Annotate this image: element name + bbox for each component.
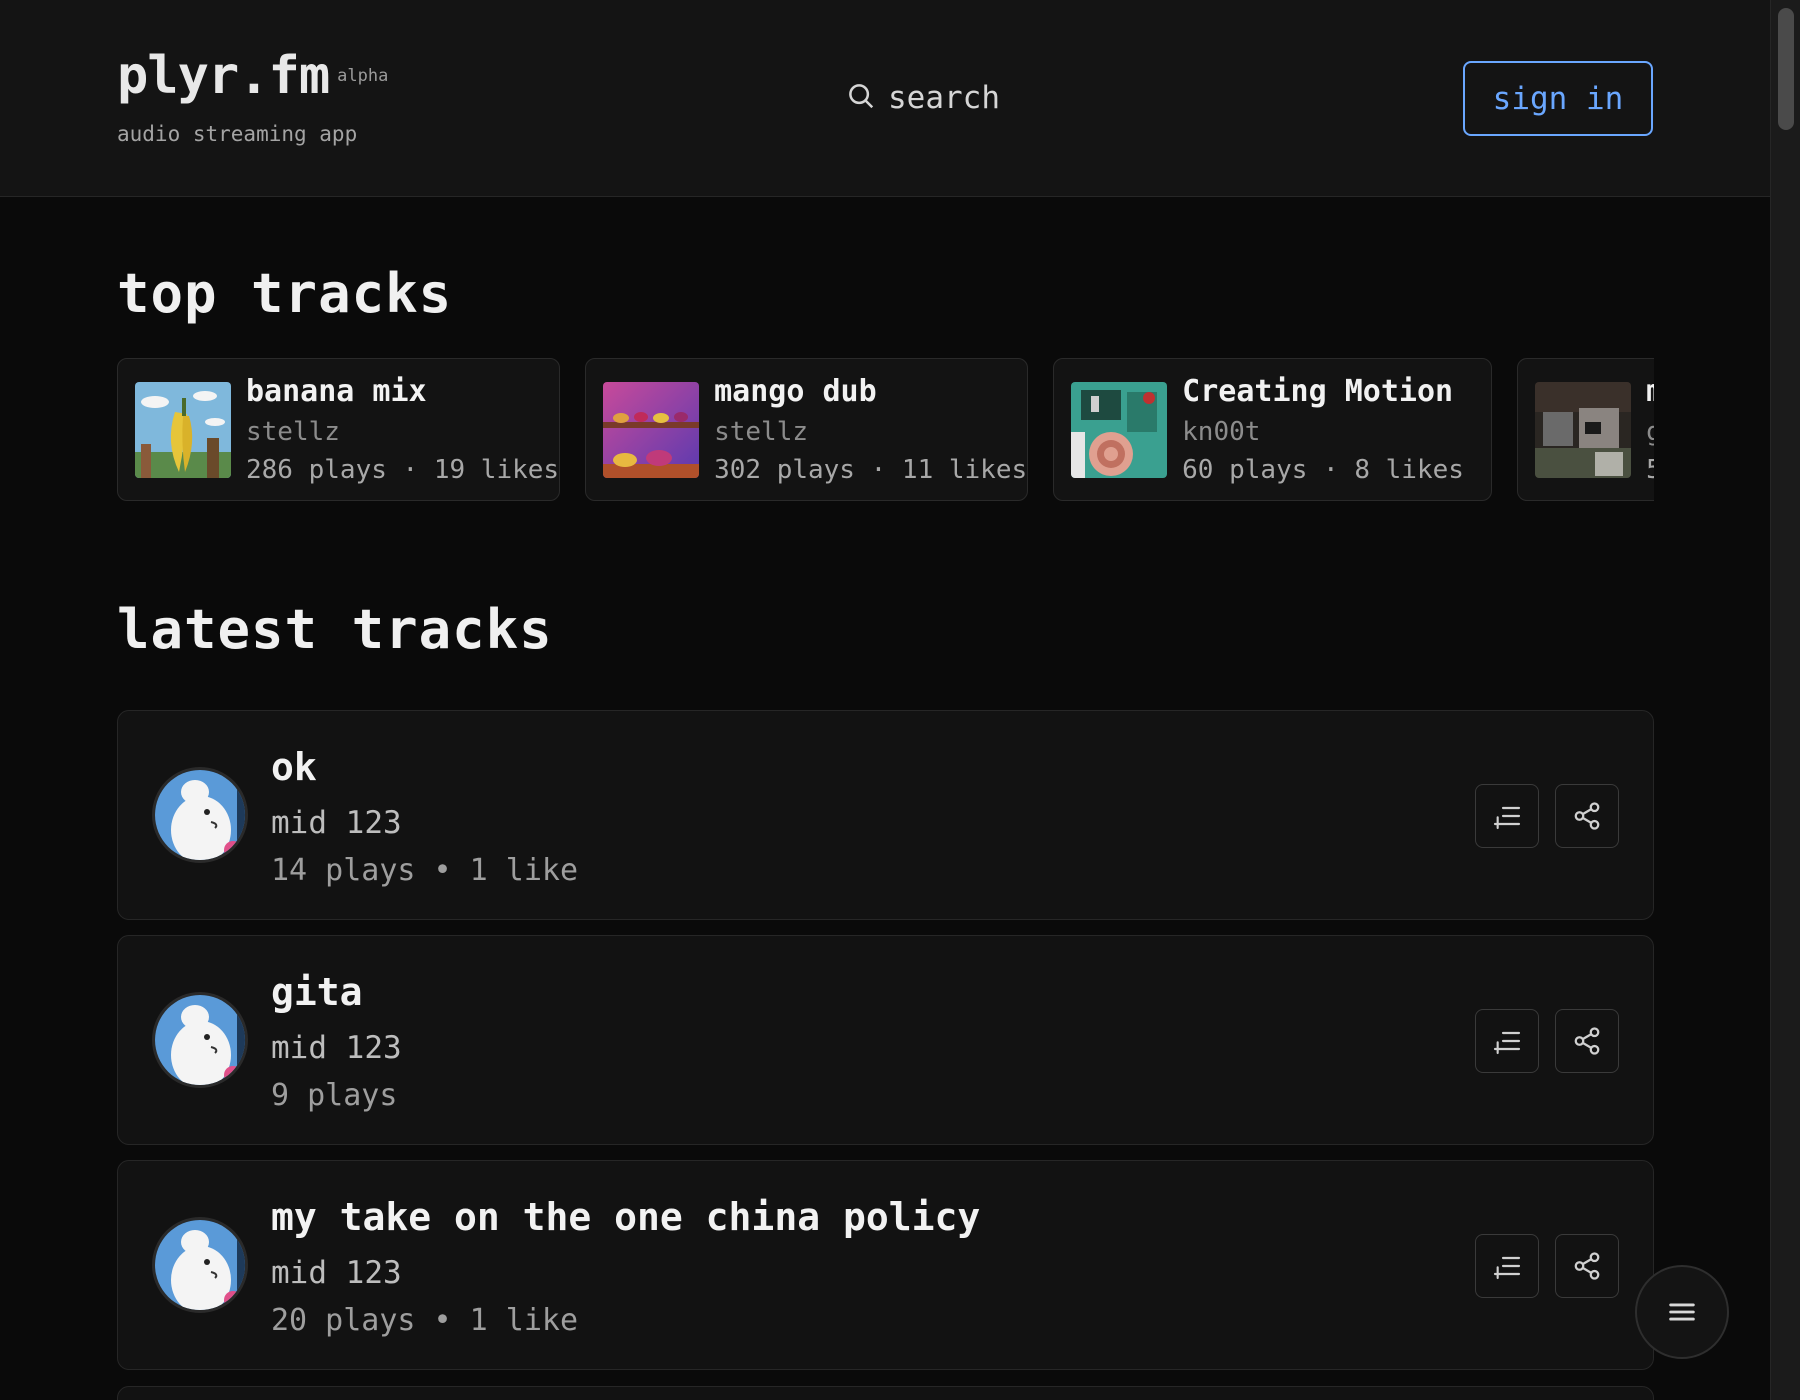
top-track-title[interactable]: m [1646, 374, 1654, 409]
add-to-queue-button[interactable] [1475, 1009, 1539, 1073]
page-scrollbar[interactable] [1770, 0, 1800, 1400]
track-stats: 9 plays [271, 1078, 398, 1113]
page: plyr.fm alpha audio streaming app search… [0, 0, 1800, 1400]
share-icon [1574, 802, 1600, 830]
track-stats: 14 plays • 1 like [271, 853, 579, 888]
track-artist[interactable]: mid 123 [271, 1030, 402, 1066]
logo-text[interactable]: plyr.fm [117, 50, 330, 102]
track-row[interactable]: ok mid 123 14 plays • 1 like [117, 710, 1654, 920]
add-to-queue-button[interactable] [1475, 1234, 1539, 1298]
track-row[interactable]: my take on the one china policy mid 123 … [117, 1160, 1654, 1370]
add-to-queue-icon [1493, 806, 1521, 830]
track-stats: 20 plays • 1 like [271, 1303, 579, 1338]
add-to-queue-button[interactable] [1475, 784, 1539, 848]
top-track-card[interactable]: banana mix stellz 286 plays · 19 likes [117, 358, 561, 501]
share-icon [1574, 1252, 1600, 1280]
track-title[interactable]: ok [271, 745, 317, 789]
share-button[interactable] [1555, 1234, 1619, 1298]
add-to-queue-icon [1493, 1256, 1521, 1280]
top-track-title[interactable]: banana mix [246, 374, 559, 409]
menu-button[interactable] [1635, 1265, 1729, 1359]
track-artwork [1535, 381, 1632, 478]
share-icon [1574, 1027, 1600, 1055]
artist-avatar[interactable] [152, 992, 248, 1088]
track-row[interactable]: gita mid 123 9 plays [117, 935, 1654, 1145]
search-button[interactable]: search [846, 80, 1000, 116]
top-tracks-carousel: banana mix stellz 286 plays · 19 likes m… [117, 358, 1654, 501]
artist-avatar[interactable] [152, 767, 248, 863]
search-label: search [888, 80, 1000, 116]
track-title[interactable]: gita [271, 970, 363, 1014]
share-button[interactable] [1555, 1009, 1619, 1073]
top-track-artist[interactable]: kn00t [1182, 417, 1464, 447]
track-artwork [1071, 381, 1168, 478]
top-track-card[interactable]: mango dub stellz 302 plays · 11 likes [585, 358, 1029, 501]
search-icon [846, 81, 876, 115]
top-track-stats: 286 plays · 19 likes [246, 455, 560, 485]
top-track-title[interactable]: mango dub [714, 374, 1027, 409]
latest-tracks-heading: latest tracks [117, 598, 553, 661]
track-artist[interactable]: mid 123 [271, 1255, 402, 1291]
track-row[interactable] [117, 1386, 1654, 1400]
share-button[interactable] [1555, 784, 1619, 848]
add-to-queue-icon [1493, 1031, 1521, 1055]
top-tracks-heading: top tracks [117, 262, 453, 325]
artist-avatar[interactable] [152, 1217, 248, 1313]
top-track-stats: 60 plays · 8 likes [1182, 455, 1464, 485]
sign-in-button[interactable]: sign in [1463, 61, 1653, 136]
alpha-badge: alpha [337, 66, 389, 86]
track-artwork [603, 381, 700, 478]
top-track-card[interactable]: Creating Motion kn00t 60 plays · 8 likes [1053, 358, 1493, 501]
top-track-card[interactable]: m g 5 [1517, 358, 1654, 501]
hamburger-menu-icon [1669, 1303, 1695, 1321]
track-artist[interactable]: mid 123 [271, 805, 402, 841]
top-track-artist[interactable]: stellz [246, 417, 559, 447]
top-track-title[interactable]: Creating Motion [1182, 374, 1464, 409]
top-track-stats: 302 plays · 11 likes [714, 455, 1028, 485]
logo[interactable]: plyr.fm alpha [117, 50, 388, 102]
track-artwork [135, 381, 231, 478]
tagline: audio streaming app [117, 122, 358, 146]
top-track-artist[interactable]: stellz [714, 417, 1027, 447]
top-track-stats: 5 [1646, 455, 1654, 485]
top-track-artist[interactable]: g [1646, 417, 1654, 447]
track-title[interactable]: my take on the one china policy [271, 1195, 980, 1239]
scrollbar-thumb[interactable] [1778, 8, 1794, 130]
top-header: plyr.fm alpha audio streaming app search… [0, 0, 1770, 197]
